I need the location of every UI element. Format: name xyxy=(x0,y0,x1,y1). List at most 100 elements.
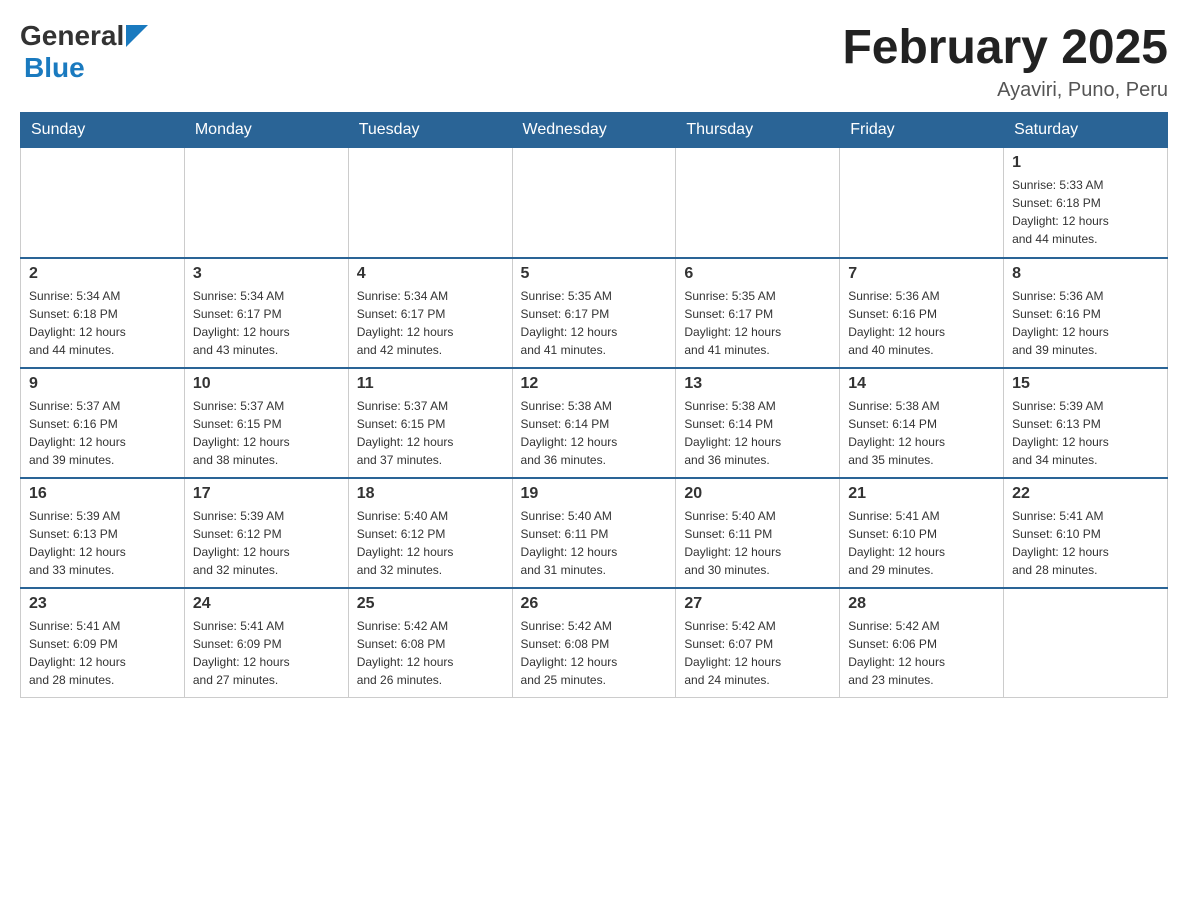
day-sun-info: Sunrise: 5:35 AMSunset: 6:17 PMDaylight:… xyxy=(521,287,668,359)
day-number: 15 xyxy=(1012,375,1159,393)
day-sun-info: Sunrise: 5:42 AMSunset: 6:07 PMDaylight:… xyxy=(684,617,831,689)
calendar-cell: 16 Sunrise: 5:39 AMSunset: 6:13 PMDayligh… xyxy=(21,478,185,588)
calendar-cell xyxy=(676,148,840,258)
calendar-cell: 8Sunrise: 5:36 AMSunset: 6:16 PMDaylight… xyxy=(1004,258,1168,368)
day-number: 13 xyxy=(684,375,831,393)
location-text: Ayaviri, Puno, Peru xyxy=(842,79,1168,102)
day-number: 9 xyxy=(29,375,176,393)
calendar-cell xyxy=(840,148,1004,258)
calendar-week-row: 16 Sunrise: 5:39 AMSunset: 6:13 PMDayligh… xyxy=(21,478,1168,588)
day-number: 27 xyxy=(684,595,831,613)
calendar-cell: 3 Sunrise: 5:34 AMSunset: 6:17 PMDaylight… xyxy=(184,258,348,368)
logo-general-text: General xyxy=(20,20,124,52)
calendar-cell: 28 Sunrise: 5:42 AMSunset: 6:06 PMDayligh… xyxy=(840,588,1004,698)
day-sun-info: Sunrise: 5:41 AMSunset: 6:09 PMDaylight:… xyxy=(193,617,340,689)
calendar-cell: 27 Sunrise: 5:42 AMSunset: 6:07 PMDayligh… xyxy=(676,588,840,698)
calendar-cell: 10 Sunrise: 5:37 AMSunset: 6:15 PMDayligh… xyxy=(184,368,348,478)
day-number: 20 xyxy=(684,485,831,503)
calendar-cell xyxy=(21,148,185,258)
weekday-header-row: SundayMondayTuesdayWednesdayThursdayFrid… xyxy=(21,113,1168,148)
day-number: 16 xyxy=(29,485,176,503)
day-sun-info: Sunrise: 5:38 AMSunset: 6:14 PMDaylight:… xyxy=(848,397,995,469)
day-sun-info: Sunrise: 5:37 AMSunset: 6:15 PMDaylight:… xyxy=(193,397,340,469)
day-sun-info: Sunrise: 5:42 AMSunset: 6:06 PMDaylight:… xyxy=(848,617,995,689)
weekday-header-thursday: Thursday xyxy=(676,113,840,148)
calendar-cell: 23 Sunrise: 5:41 AMSunset: 6:09 PMDayligh… xyxy=(21,588,185,698)
day-number: 26 xyxy=(521,595,668,613)
day-sun-info: Sunrise: 5:36 AMSunset: 6:16 PMDaylight:… xyxy=(848,287,995,359)
day-sun-info: Sunrise: 5:34 AMSunset: 6:17 PMDaylight:… xyxy=(193,287,340,359)
calendar-cell xyxy=(512,148,676,258)
day-number: 11 xyxy=(357,375,504,393)
logo-triangle-icon xyxy=(126,25,148,47)
calendar-week-row: 23 Sunrise: 5:41 AMSunset: 6:09 PMDayligh… xyxy=(21,588,1168,698)
day-number: 7 xyxy=(848,265,995,283)
calendar-cell: 25 Sunrise: 5:42 AMSunset: 6:08 PMDayligh… xyxy=(348,588,512,698)
calendar-week-row: 9 Sunrise: 5:37 AMSunset: 6:16 PMDaylight… xyxy=(21,368,1168,478)
weekday-header-friday: Friday xyxy=(840,113,1004,148)
day-sun-info: Sunrise: 5:41 AMSunset: 6:10 PMDaylight:… xyxy=(848,507,995,579)
day-sun-info: Sunrise: 5:41 AMSunset: 6:10 PMDaylight:… xyxy=(1012,507,1159,579)
day-sun-info: Sunrise: 5:36 AMSunset: 6:16 PMDaylight:… xyxy=(1012,287,1159,359)
calendar-cell: 20 Sunrise: 5:40 AMSunset: 6:11 PMDayligh… xyxy=(676,478,840,588)
day-number: 28 xyxy=(848,595,995,613)
day-number: 22 xyxy=(1012,485,1159,503)
weekday-header-saturday: Saturday xyxy=(1004,113,1168,148)
day-number: 23 xyxy=(29,595,176,613)
month-title: February 2025 xyxy=(842,20,1168,75)
day-sun-info: Sunrise: 5:39 AMSunset: 6:13 PMDaylight:… xyxy=(1012,397,1159,469)
day-sun-info: Sunrise: 5:40 AMSunset: 6:11 PMDaylight:… xyxy=(684,507,831,579)
calendar-cell xyxy=(1004,588,1168,698)
day-number: 19 xyxy=(521,485,668,503)
calendar-cell: 14Sunrise: 5:38 AMSunset: 6:14 PMDayligh… xyxy=(840,368,1004,478)
calendar-table: SundayMondayTuesdayWednesdayThursdayFrid… xyxy=(20,112,1168,698)
day-number: 12 xyxy=(521,375,668,393)
calendar-cell: 21 Sunrise: 5:41 AMSunset: 6:10 PMDayligh… xyxy=(840,478,1004,588)
weekday-header-monday: Monday xyxy=(184,113,348,148)
calendar-cell: 24 Sunrise: 5:41 AMSunset: 6:09 PMDayligh… xyxy=(184,588,348,698)
day-sun-info: Sunrise: 5:35 AMSunset: 6:17 PMDaylight:… xyxy=(684,287,831,359)
calendar-cell: 9 Sunrise: 5:37 AMSunset: 6:16 PMDaylight… xyxy=(21,368,185,478)
day-sun-info: Sunrise: 5:39 AMSunset: 6:12 PMDaylight:… xyxy=(193,507,340,579)
day-number: 18 xyxy=(357,485,504,503)
logo-blue-text: Blue xyxy=(20,52,148,84)
day-number: 3 xyxy=(193,265,340,283)
weekday-header-tuesday: Tuesday xyxy=(348,113,512,148)
day-number: 10 xyxy=(193,375,340,393)
day-sun-info: Sunrise: 5:42 AMSunset: 6:08 PMDaylight:… xyxy=(521,617,668,689)
day-number: 21 xyxy=(848,485,995,503)
logo: General Blue xyxy=(20,20,148,84)
calendar-cell: 26 Sunrise: 5:42 AMSunset: 6:08 PMDayligh… xyxy=(512,588,676,698)
day-number: 24 xyxy=(193,595,340,613)
title-section: February 2025 Ayaviri, Puno, Peru xyxy=(842,20,1168,102)
calendar-cell: 7 Sunrise: 5:36 AMSunset: 6:16 PMDaylight… xyxy=(840,258,1004,368)
calendar-cell: 19 Sunrise: 5:40 AMSunset: 6:11 PMDayligh… xyxy=(512,478,676,588)
calendar-cell: 15 Sunrise: 5:39 AMSunset: 6:13 PMDayligh… xyxy=(1004,368,1168,478)
day-number: 1 xyxy=(1012,154,1159,172)
day-sun-info: Sunrise: 5:34 AMSunset: 6:17 PMDaylight:… xyxy=(357,287,504,359)
day-sun-info: Sunrise: 5:39 AMSunset: 6:13 PMDaylight:… xyxy=(29,507,176,579)
day-sun-info: Sunrise: 5:42 AMSunset: 6:08 PMDaylight:… xyxy=(357,617,504,689)
day-sun-info: Sunrise: 5:40 AMSunset: 6:11 PMDaylight:… xyxy=(521,507,668,579)
day-sun-info: Sunrise: 5:40 AMSunset: 6:12 PMDaylight:… xyxy=(357,507,504,579)
weekday-header-sunday: Sunday xyxy=(21,113,185,148)
calendar-cell xyxy=(348,148,512,258)
calendar-cell: 12Sunrise: 5:38 AMSunset: 6:14 PMDayligh… xyxy=(512,368,676,478)
calendar-cell: 6 Sunrise: 5:35 AMSunset: 6:17 PMDaylight… xyxy=(676,258,840,368)
day-sun-info: Sunrise: 5:37 AMSunset: 6:16 PMDaylight:… xyxy=(29,397,176,469)
calendar-cell: 5Sunrise: 5:35 AMSunset: 6:17 PMDaylight… xyxy=(512,258,676,368)
calendar-cell: 11Sunrise: 5:37 AMSunset: 6:15 PMDayligh… xyxy=(348,368,512,478)
day-sun-info: Sunrise: 5:41 AMSunset: 6:09 PMDaylight:… xyxy=(29,617,176,689)
calendar-cell xyxy=(184,148,348,258)
calendar-cell: 1 Sunrise: 5:33 AMSunset: 6:18 PMDaylight… xyxy=(1004,148,1168,258)
day-number: 17 xyxy=(193,485,340,503)
day-sun-info: Sunrise: 5:33 AMSunset: 6:18 PMDaylight:… xyxy=(1012,176,1159,248)
day-number: 25 xyxy=(357,595,504,613)
day-number: 2 xyxy=(29,265,176,283)
calendar-cell: 17 Sunrise: 5:39 AMSunset: 6:12 PMDayligh… xyxy=(184,478,348,588)
calendar-week-row: 1 Sunrise: 5:33 AMSunset: 6:18 PMDaylight… xyxy=(21,148,1168,258)
day-number: 6 xyxy=(684,265,831,283)
day-sun-info: Sunrise: 5:34 AMSunset: 6:18 PMDaylight:… xyxy=(29,287,176,359)
calendar-week-row: 2 Sunrise: 5:34 AMSunset: 6:18 PMDaylight… xyxy=(21,258,1168,368)
calendar-cell: 22 Sunrise: 5:41 AMSunset: 6:10 PMDayligh… xyxy=(1004,478,1168,588)
